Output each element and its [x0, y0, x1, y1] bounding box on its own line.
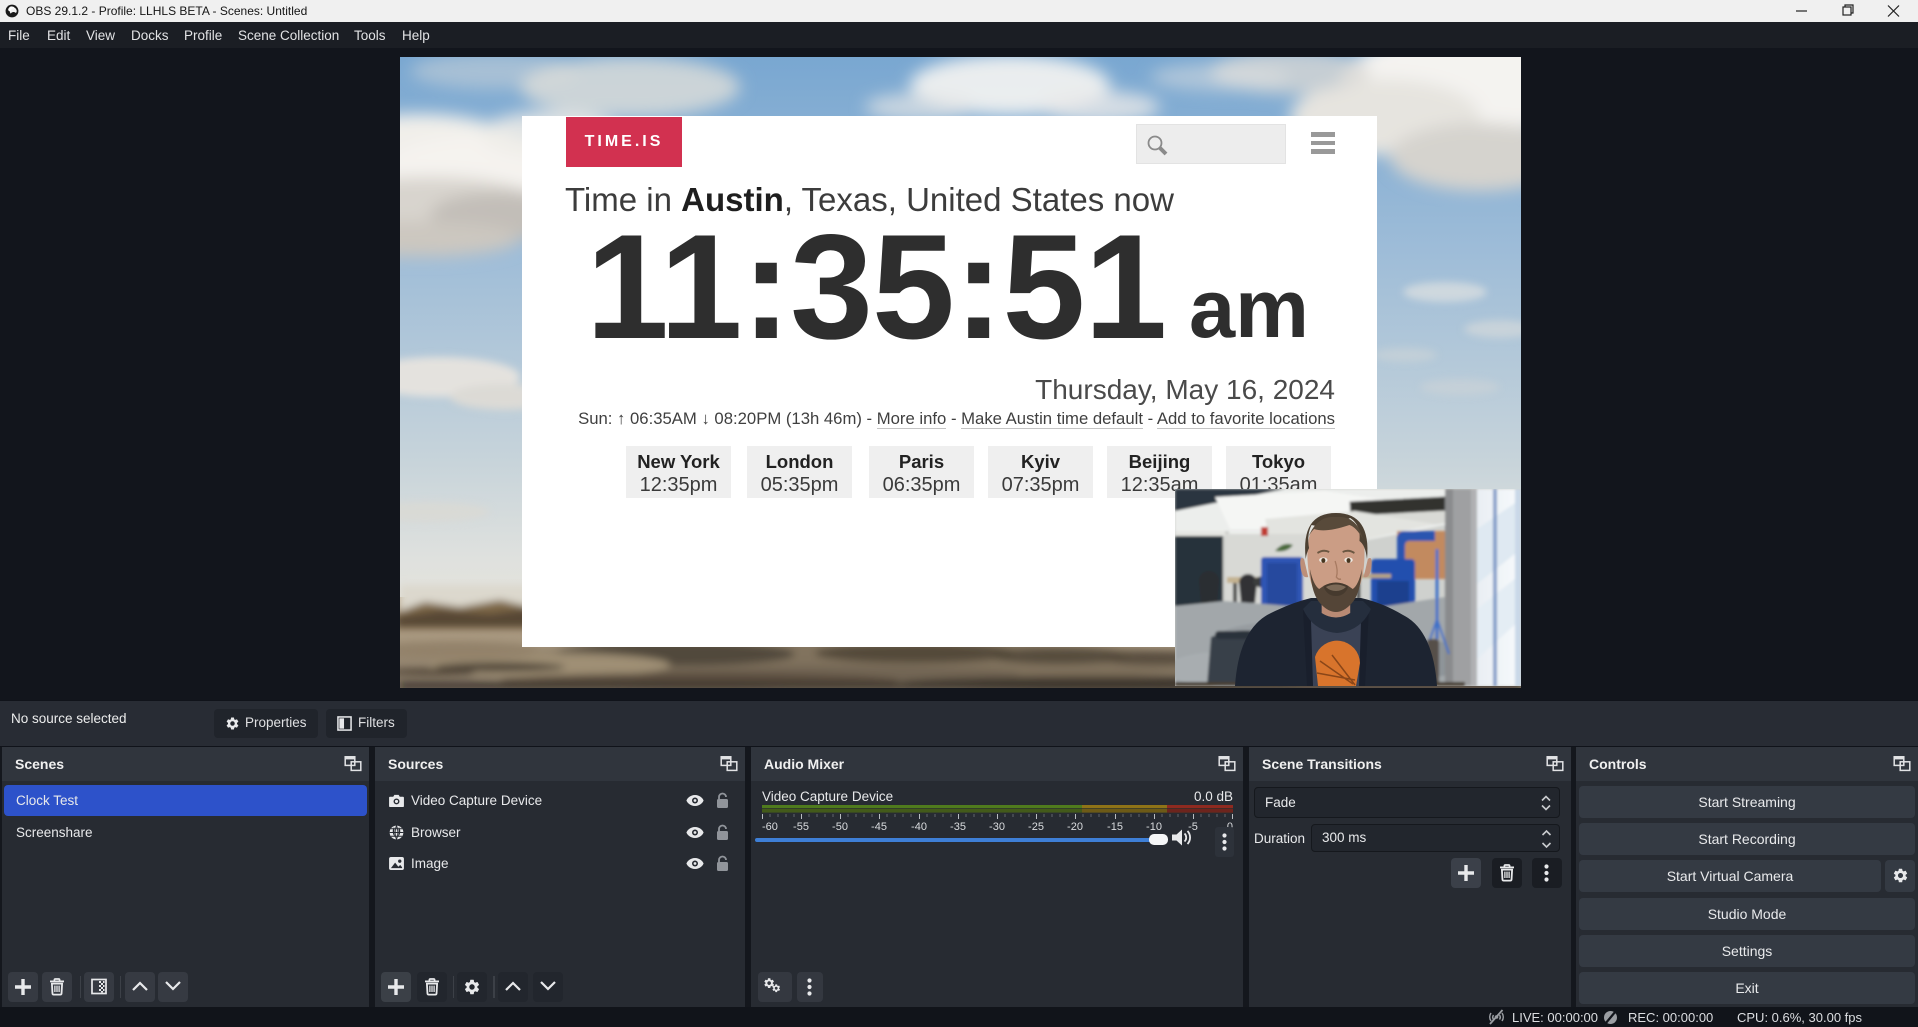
svg-text:-50: -50	[832, 821, 848, 831]
svg-text:-30: -30	[989, 821, 1005, 831]
svg-text:-60: -60	[762, 821, 778, 831]
svg-text:-20: -20	[1067, 821, 1083, 831]
svg-text:-10: -10	[1146, 821, 1162, 831]
svg-text:-35: -35	[950, 821, 966, 831]
svg-text:-25: -25	[1028, 821, 1044, 831]
svg-text:-45: -45	[871, 821, 887, 831]
svg-text:-40: -40	[911, 821, 927, 831]
svg-text:-55: -55	[793, 821, 809, 831]
svg-text:-15: -15	[1107, 821, 1123, 831]
